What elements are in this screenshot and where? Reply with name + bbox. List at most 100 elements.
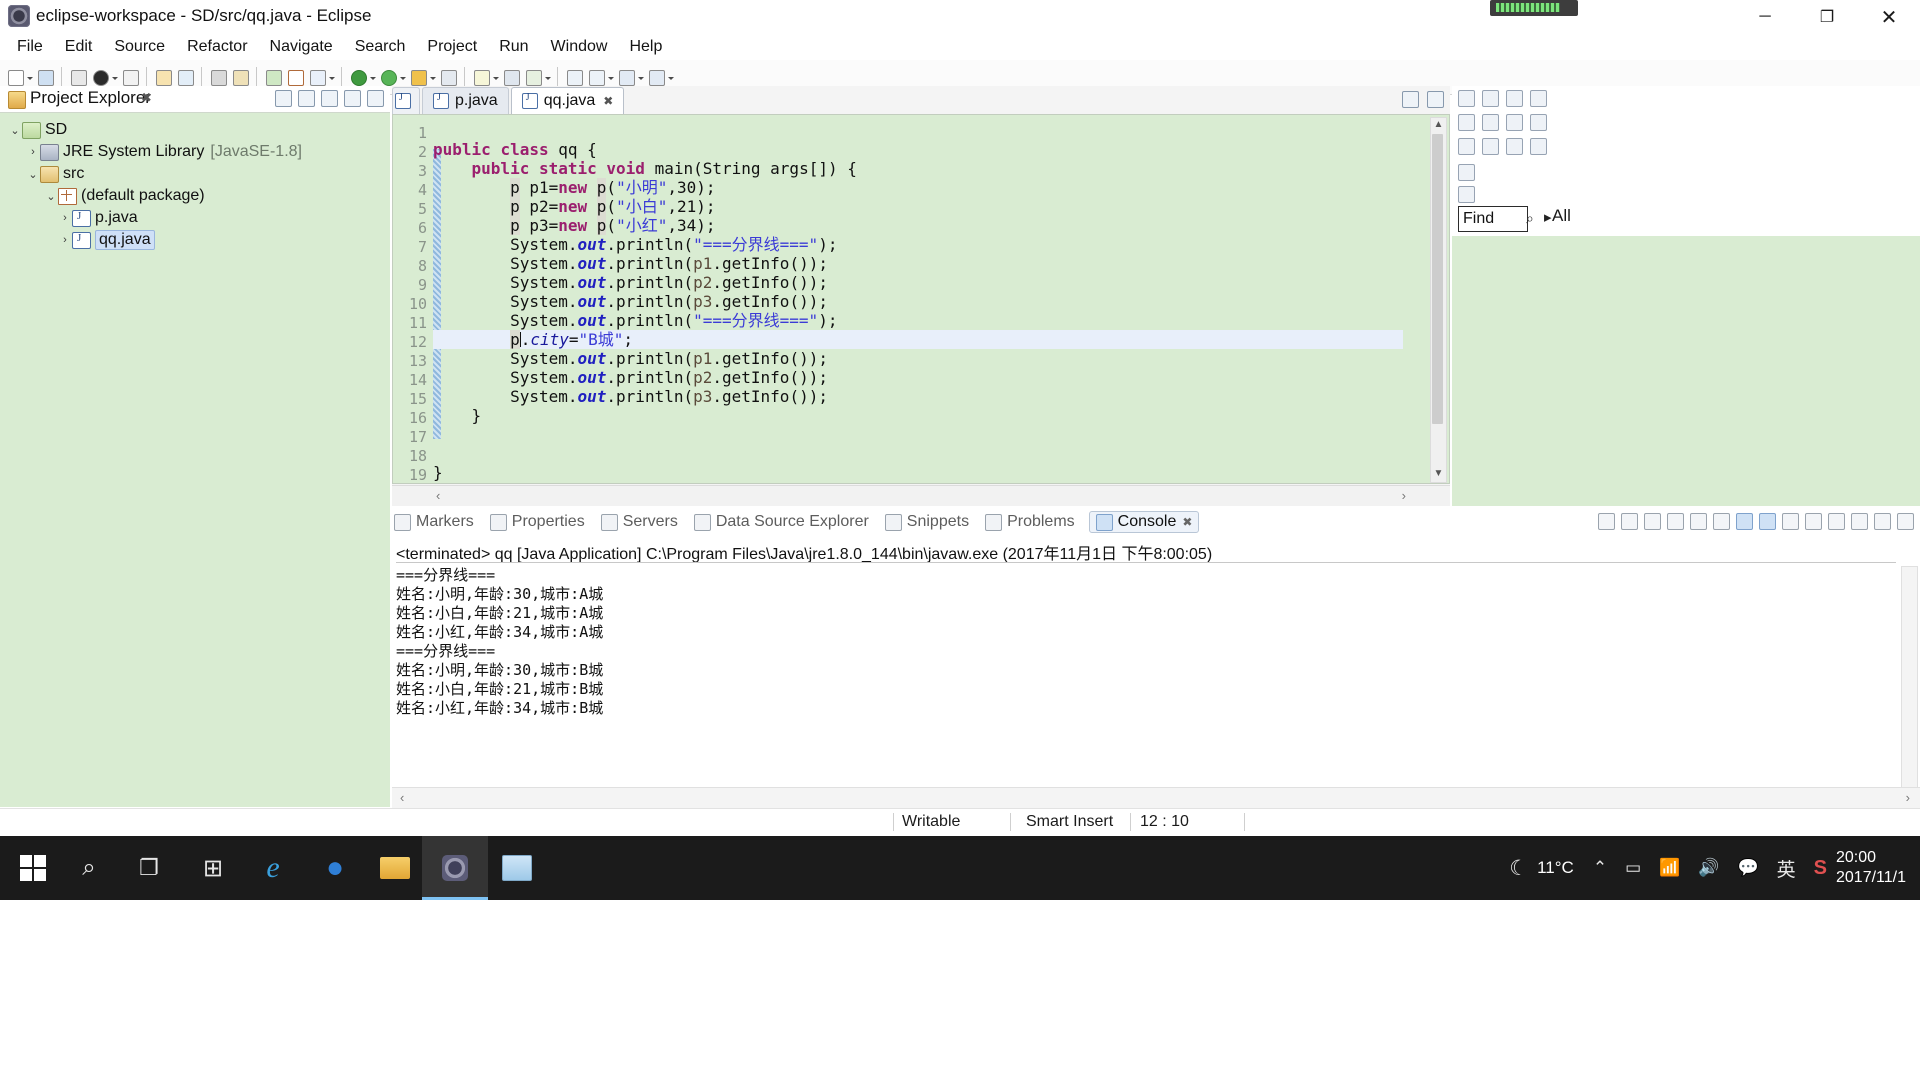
console-view-menu-icon[interactable] xyxy=(1851,513,1868,530)
editor-tab-qq-java[interactable]: qq.java ✖ xyxy=(510,87,625,114)
show-console-on-output-icon[interactable] xyxy=(1736,513,1753,530)
tree-item-sd[interactable]: ⌄ SD xyxy=(0,119,390,141)
new-icon[interactable] xyxy=(5,66,25,88)
menu-search[interactable]: Search xyxy=(344,36,417,58)
open-console-icon[interactable] xyxy=(1828,513,1845,530)
save-icon[interactable] xyxy=(35,66,55,88)
chevron-down-icon[interactable]: ⌄ xyxy=(8,124,22,137)
next-annotation-icon[interactable] xyxy=(586,66,606,88)
chevron-right-icon[interactable]: › xyxy=(58,234,72,246)
close-icon[interactable]: ✖ xyxy=(1182,515,1192,529)
task-view-button[interactable]: ❐ xyxy=(116,836,182,900)
clear-console-icon[interactable] xyxy=(1667,513,1684,530)
tab-markers[interactable]: Markers xyxy=(392,511,476,533)
action-center-icon[interactable]: 💬 xyxy=(1737,858,1758,878)
new-task-icon[interactable] xyxy=(1458,114,1475,131)
scroll-right-icon[interactable]: › xyxy=(1906,790,1910,805)
console-horizontal-scrollbar[interactable]: ‹ › xyxy=(392,787,1920,808)
activate-icon[interactable] xyxy=(1458,138,1475,155)
console-vertical-scrollbar[interactable] xyxy=(1901,566,1918,788)
console-output[interactable]: ===分界线=== 姓名:小明,年龄:30,城市:A城 姓名:小白,年龄:21,… xyxy=(396,566,1886,796)
network-icon[interactable]: 📶 xyxy=(1659,858,1680,878)
new-class-dropdown-icon[interactable] xyxy=(328,66,336,88)
schedule-icon[interactable] xyxy=(1530,138,1547,155)
expand-icon[interactable] xyxy=(1458,186,1475,203)
run-icon[interactable] xyxy=(378,66,398,88)
source-code[interactable]: public class qq { public static void mai… xyxy=(433,115,1403,483)
run-last-icon[interactable] xyxy=(208,66,228,88)
scroll-lock-icon[interactable] xyxy=(1690,513,1707,530)
tree-item-jre-system-library[interactable]: › JRE System Library [JavaSE-1.8] xyxy=(0,141,390,163)
sogou-icon[interactable]: S xyxy=(1814,857,1827,880)
debug-dropdown-icon[interactable] xyxy=(111,66,119,88)
menu-run[interactable]: Run xyxy=(488,36,539,58)
forward-dropdown-icon[interactable] xyxy=(667,66,675,88)
battery-icon[interactable]: ▭ xyxy=(1625,858,1641,878)
tree-item-p-java[interactable]: › p.java xyxy=(0,207,390,229)
synchronize-icon[interactable] xyxy=(1458,164,1475,181)
menu-edit[interactable]: Edit xyxy=(54,36,104,58)
task-list-icon[interactable] xyxy=(1482,90,1499,107)
remove-all-launches-icon[interactable] xyxy=(1644,513,1661,530)
server-icon[interactable] xyxy=(501,66,521,88)
menu-source[interactable]: Source xyxy=(103,36,176,58)
previous-edit-icon[interactable] xyxy=(564,66,584,88)
minimize-console-icon[interactable] xyxy=(1874,513,1891,530)
deactivate-icon[interactable] xyxy=(1482,138,1499,155)
run-external-dropdown-icon[interactable] xyxy=(429,66,437,88)
find-input[interactable]: Find xyxy=(1458,206,1528,232)
chevron-right-icon[interactable]: › xyxy=(58,212,72,224)
new-package-icon[interactable] xyxy=(285,66,305,88)
eclipse-button[interactable] xyxy=(422,836,488,900)
project-explorer-tree[interactable]: ⌄ SD › JRE System Library [JavaSE-1.8] ⌄… xyxy=(0,112,390,807)
tab-servers[interactable]: Servers xyxy=(599,511,680,533)
tree-item-default-package[interactable]: ⌄ (default package) xyxy=(0,185,390,207)
panel-minimize-icon[interactable] xyxy=(1530,90,1547,107)
maximize-view-icon[interactable] xyxy=(367,90,384,107)
qq-browser-button[interactable]: ● xyxy=(302,836,368,900)
debug-run-icon[interactable] xyxy=(348,66,368,88)
edge-button[interactable]: e xyxy=(240,836,306,900)
run-dropdown-icon[interactable] xyxy=(399,66,407,88)
minimize-button[interactable]: ─ xyxy=(1734,0,1796,34)
editor-tab-blank[interactable] xyxy=(392,87,420,114)
next-annotation-dropdown-icon[interactable] xyxy=(607,66,615,88)
maximize-editor-icon[interactable] xyxy=(1427,91,1444,108)
skip-breakpoints-icon[interactable] xyxy=(230,66,250,88)
volume-icon[interactable]: 🔊 xyxy=(1698,858,1719,878)
tab-console[interactable]: Console ✖ xyxy=(1088,511,1200,533)
tab-data-source-explorer[interactable]: Data Source Explorer xyxy=(692,511,871,533)
close-icon[interactable]: ✖ xyxy=(141,90,152,106)
chevron-down-icon[interactable]: ⌄ xyxy=(44,190,58,203)
photos-button[interactable] xyxy=(484,836,550,900)
ime-language-icon[interactable]: 英 xyxy=(1777,855,1796,882)
new-java-project-icon[interactable] xyxy=(263,66,283,88)
search-ref-icon[interactable] xyxy=(175,66,195,88)
profile-icon[interactable] xyxy=(438,66,458,88)
close-button[interactable]: ✕ xyxy=(1858,0,1920,34)
clock[interactable]: 20:00 2017/11/1 xyxy=(1836,848,1906,888)
link-with-editor-icon[interactable] xyxy=(298,90,315,107)
tab-properties[interactable]: Properties xyxy=(488,511,587,533)
new-xml-icon[interactable] xyxy=(471,66,491,88)
file-explorer-button[interactable] xyxy=(362,836,428,900)
forward-icon[interactable] xyxy=(646,66,666,88)
remove-launch-icon[interactable] xyxy=(1621,513,1638,530)
chevron-right-icon[interactable]: › xyxy=(26,146,40,158)
menu-window[interactable]: Window xyxy=(540,36,619,58)
print-icon[interactable] xyxy=(68,66,88,88)
toggle-mark-icon[interactable] xyxy=(120,66,140,88)
maximize-button[interactable]: ❐ xyxy=(1796,0,1858,34)
scroll-up-icon[interactable]: ▲ xyxy=(1433,119,1444,132)
pin-console-icon[interactable] xyxy=(1782,513,1799,530)
chevron-right-icon[interactable]: ▸ xyxy=(1544,208,1552,226)
all-filter-label[interactable]: All xyxy=(1552,206,1571,226)
menu-project[interactable]: Project xyxy=(416,36,488,58)
tray-expand-icon[interactable]: ⌃ xyxy=(1593,858,1607,878)
tree-item-qq-java[interactable]: › qq.java xyxy=(0,229,390,251)
close-icon[interactable]: ✖ xyxy=(603,94,613,108)
filter-icon[interactable] xyxy=(1482,114,1499,131)
editor-tab-p-java[interactable]: p.java xyxy=(422,87,509,114)
db-dropdown-icon[interactable] xyxy=(544,66,552,88)
open-type-icon[interactable] xyxy=(153,66,173,88)
